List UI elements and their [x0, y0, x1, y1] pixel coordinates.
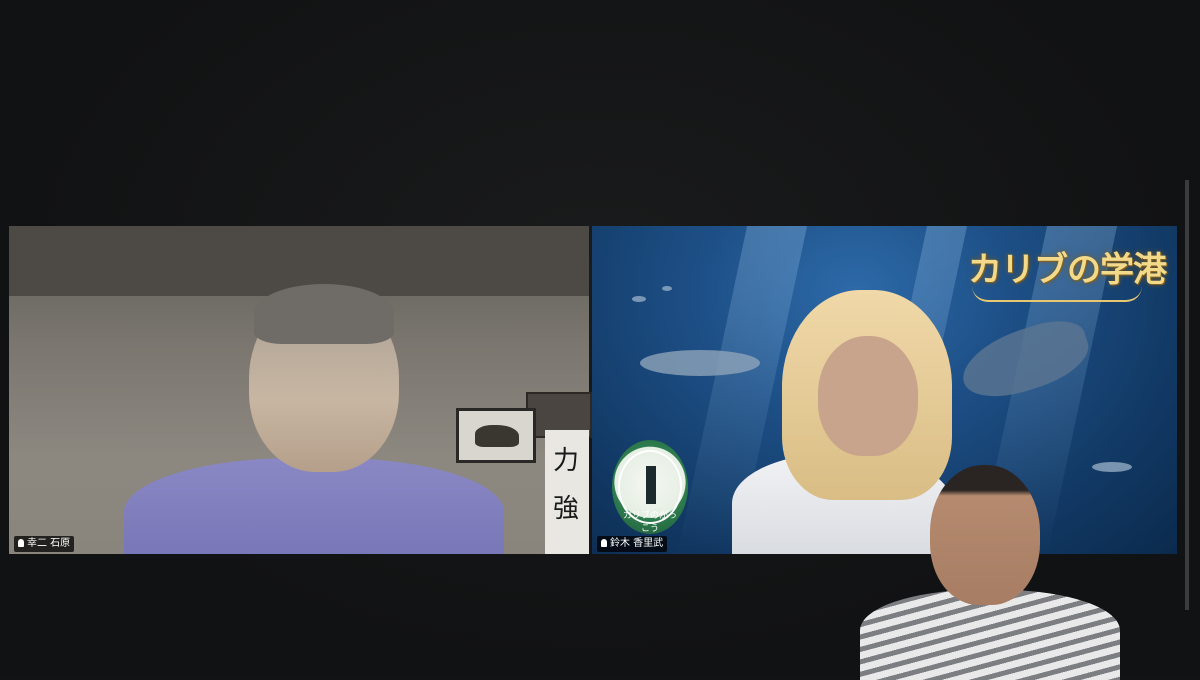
participant-1-name-tag: 幸二 石原	[14, 536, 75, 552]
shark-shape	[640, 350, 760, 376]
host-head	[930, 465, 1040, 605]
mic-icon	[18, 539, 24, 547]
brand-logo: カリブの学港	[968, 250, 1167, 290]
video-call-stage: 力 強 幸二 石原 カリブの学港 カリブのがっこう 鈴木 香里武	[0, 0, 1200, 680]
fish	[632, 296, 646, 302]
participant-2-name-tag: 鈴木 香里武	[597, 536, 668, 552]
participant-1-hair	[254, 284, 394, 344]
horse-picture-frame	[456, 408, 536, 463]
school-seal-logo: カリブのがっこう	[612, 440, 688, 534]
fish	[662, 286, 672, 291]
scroll-char-2: 強	[553, 494, 580, 524]
lighthouse-icon	[646, 466, 656, 504]
tile-edge	[1185, 180, 1189, 610]
mic-icon	[601, 539, 607, 547]
horse-image	[475, 425, 519, 447]
scroll-char-1: 力	[553, 446, 580, 476]
brand-logo-swirl	[972, 286, 1142, 302]
host-overlay-video	[855, 455, 1125, 680]
participant-1-body	[124, 458, 504, 554]
participant-1-name: 幸二 石原	[27, 538, 71, 549]
calligraphy-scroll: 力 強	[545, 430, 589, 554]
participant-2-name: 鈴木 香里武	[610, 538, 664, 549]
seal-caption: カリブのがっこう	[622, 511, 677, 534]
participant-video-tile-1[interactable]	[9, 226, 589, 554]
participant-2-face	[818, 336, 918, 456]
